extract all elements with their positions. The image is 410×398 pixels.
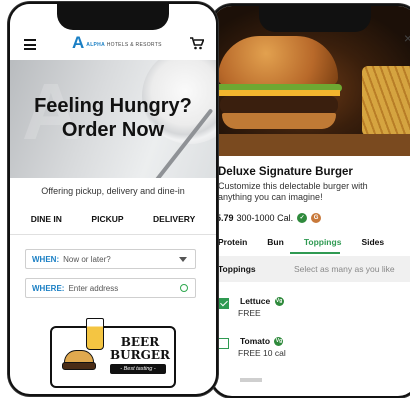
- restaurant-name-line-2: BURGER: [110, 348, 170, 362]
- item-calories: 300-1000 Cal.: [236, 213, 294, 223]
- restaurant-tagline: - Best tasting -: [110, 364, 166, 374]
- when-select[interactable]: WHEN: Now or later?: [25, 249, 196, 269]
- tabs-divider: [10, 234, 216, 235]
- tab-bun[interactable]: Bun: [267, 237, 284, 247]
- item-meta: 5.79 300-1000 Cal. ✓ G: [216, 213, 322, 223]
- hero-line-1: Feeling Hungry?: [34, 95, 192, 117]
- logo-mark: A: [72, 33, 85, 52]
- option-name: Lettuce Vg: [240, 296, 284, 307]
- logo-rest: HOTELS & RESORTS: [106, 41, 162, 48]
- when-label: WHEN:: [32, 254, 60, 264]
- tab-dine-in[interactable]: DINE IN: [31, 214, 62, 224]
- where-label: WHERE:: [32, 283, 65, 293]
- hero-title: Feeling Hungry? Order Now: [10, 94, 216, 142]
- item-price: 5.79: [216, 213, 234, 223]
- logo-brand: ALPHA: [86, 41, 106, 48]
- close-icon[interactable]: ×: [404, 30, 410, 46]
- brand-logo[interactable]: A ALPHA HOTELS & RESORTS: [72, 34, 162, 51]
- vegan-icon: Vg: [274, 297, 284, 307]
- order-type-tabs: DINE IN PICKUP DELIVERY: [10, 214, 216, 224]
- burger-top-bun: [218, 36, 338, 86]
- beer-glass-icon: [86, 318, 104, 350]
- option-price: FREE: [238, 308, 261, 318]
- chevron-down-icon: [179, 257, 187, 262]
- vegetarian-badge-icon: ✓: [297, 213, 308, 223]
- when-value: Now or later?: [63, 254, 111, 264]
- item-description: Customize this delectable burger with an…: [218, 181, 368, 202]
- phone-right: × Deluxe Signature Burger Customize this…: [210, 4, 410, 398]
- tab-protein[interactable]: Protein: [218, 237, 247, 247]
- tab-sides[interactable]: Sides: [361, 237, 384, 247]
- section-title: Toppings: [218, 264, 256, 274]
- where-placeholder: Enter address: [68, 283, 119, 293]
- burger-patty: [220, 96, 338, 114]
- phone-left: A ALPHA HOTELS & RESORTS A Feeling Hungr…: [8, 2, 218, 396]
- active-tab-indicator: [290, 252, 340, 254]
- tab-pickup[interactable]: PICKUP: [91, 214, 123, 224]
- checkbox-checked[interactable]: [218, 298, 229, 309]
- logo-text: ALPHA HOTELS & RESORTS: [86, 42, 161, 48]
- cart-icon[interactable]: [190, 37, 205, 55]
- item-title: Deluxe Signature Burger: [218, 166, 353, 178]
- tab-delivery[interactable]: DELIVERY: [153, 214, 195, 224]
- option-label: Tomato: [240, 336, 271, 346]
- burger-bottom-bun: [222, 113, 336, 129]
- customize-tabs: Protein Bun Toppings Sides: [218, 237, 404, 247]
- vegan-icon: Vg: [274, 337, 284, 347]
- menu-icon[interactable]: [24, 39, 36, 50]
- where-input[interactable]: WHERE: Enter address: [25, 278, 196, 298]
- phone-notch: [259, 6, 371, 32]
- tab-toppings[interactable]: Toppings: [304, 237, 342, 247]
- fries-image: [362, 66, 410, 136]
- hero-banner: A Feeling Hungry? Order Now: [10, 60, 216, 178]
- option-name: Tomato Vg: [240, 336, 284, 347]
- restaurant-name: BEER BURGER: [110, 336, 170, 362]
- checkbox-unchecked[interactable]: [218, 338, 229, 349]
- gluten-free-badge-icon: G: [311, 213, 322, 223]
- option-label: Lettuce: [240, 296, 271, 306]
- option-price: FREE 10 cal: [238, 348, 286, 358]
- wooden-board: [212, 134, 410, 156]
- burger-patty-icon: [62, 362, 96, 370]
- phone-notch: [57, 4, 169, 30]
- offering-text: Offering pickup, delivery and dine-in: [41, 186, 185, 196]
- hero-line-2: Order Now: [61, 119, 165, 141]
- section-hint: Select as many as you like: [294, 264, 395, 274]
- location-icon[interactable]: [180, 284, 188, 292]
